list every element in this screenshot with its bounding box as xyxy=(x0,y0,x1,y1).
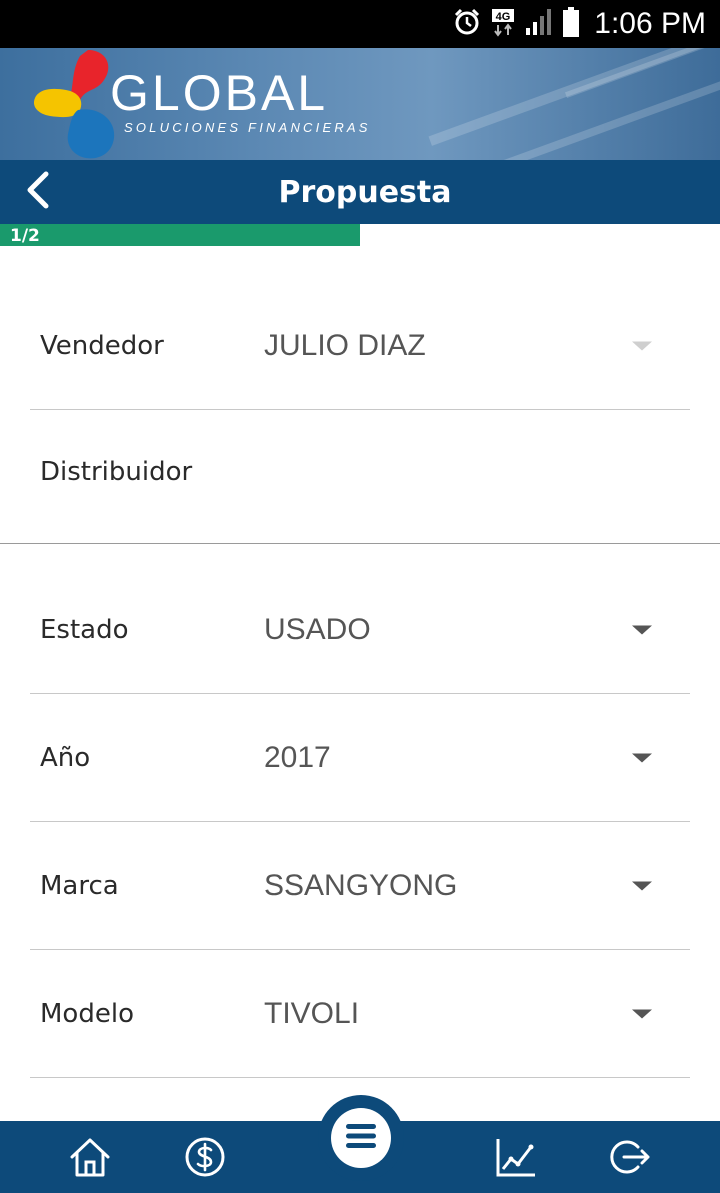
dropdown-arrow-icon xyxy=(632,753,652,762)
brand-name: GLOBAL xyxy=(110,65,329,121)
menu-button[interactable] xyxy=(331,1108,391,1168)
page-title: Propuesta xyxy=(278,174,452,210)
dollar-icon xyxy=(183,1135,227,1183)
dropdown-arrow-icon xyxy=(632,341,652,350)
marca-value: SSANGYONG xyxy=(264,868,458,902)
vendedor-value: JULIO DIAZ xyxy=(264,328,426,362)
title-bar: Propuesta xyxy=(0,160,720,224)
marca-dropdown[interactable]: Marca SSANGYONG xyxy=(30,822,690,950)
status-icons: 4G 1:06 PM xyxy=(452,0,706,48)
dropdown-arrow-icon xyxy=(632,881,652,890)
brand-banner: GLOBAL SOLUCIONES FINANCIERAS xyxy=(0,48,720,160)
signal-icon xyxy=(524,7,554,41)
logout-icon xyxy=(608,1135,652,1183)
brand-tagline: SOLUCIONES FINANCIERAS xyxy=(124,120,371,135)
estado-dropdown[interactable]: Estado USADO xyxy=(30,566,690,694)
distribuidor-label: Distribuidor xyxy=(40,457,193,487)
data-4g-icon: 4G xyxy=(490,7,516,41)
progress-fill xyxy=(0,224,360,246)
distribuidor-field[interactable]: Distribuidor xyxy=(30,408,690,536)
modelo-dropdown[interactable]: Modelo TIVOLI xyxy=(30,950,690,1078)
back-button[interactable] xyxy=(16,170,60,214)
vendedor-field[interactable]: Vendedor JULIO DIAZ xyxy=(30,282,690,410)
dropdown-arrow-icon xyxy=(632,1009,652,1018)
battery-icon xyxy=(562,6,580,42)
modelo-label: Modelo xyxy=(40,998,134,1029)
alarm-icon xyxy=(452,7,482,41)
anio-value: 2017 xyxy=(264,740,331,774)
vendedor-label: Vendedor xyxy=(40,330,164,361)
menu-icon xyxy=(344,1122,378,1154)
status-time: 1:06 PM xyxy=(594,7,706,40)
nav-finance-button[interactable] xyxy=(181,1135,229,1183)
anio-dropdown[interactable]: Año 2017 xyxy=(30,694,690,822)
modelo-value: TIVOLI xyxy=(264,996,360,1030)
nav-home-button[interactable] xyxy=(66,1135,114,1183)
chart-icon xyxy=(493,1135,537,1183)
network-label: 4G xyxy=(496,11,511,23)
estado-label: Estado xyxy=(40,614,129,645)
nav-stats-button[interactable] xyxy=(491,1135,539,1183)
anio-label: Año xyxy=(40,742,91,773)
home-icon xyxy=(68,1135,112,1183)
estado-value: USADO xyxy=(264,612,371,646)
dropdown-arrow-icon xyxy=(632,625,652,634)
section-divider xyxy=(0,543,720,544)
screen: 4G 1:06 PM GLOBAL SOLUCIONES FINANCIERAS… xyxy=(0,0,720,1193)
status-bar: 4G 1:06 PM xyxy=(0,0,720,48)
progress-bar: 1/2 xyxy=(0,224,720,246)
progress-label: 1/2 xyxy=(10,226,40,246)
nav-logout-button[interactable] xyxy=(606,1135,654,1183)
chevron-left-icon xyxy=(24,170,52,214)
global-logo-icon xyxy=(30,48,120,160)
marca-label: Marca xyxy=(40,870,119,901)
